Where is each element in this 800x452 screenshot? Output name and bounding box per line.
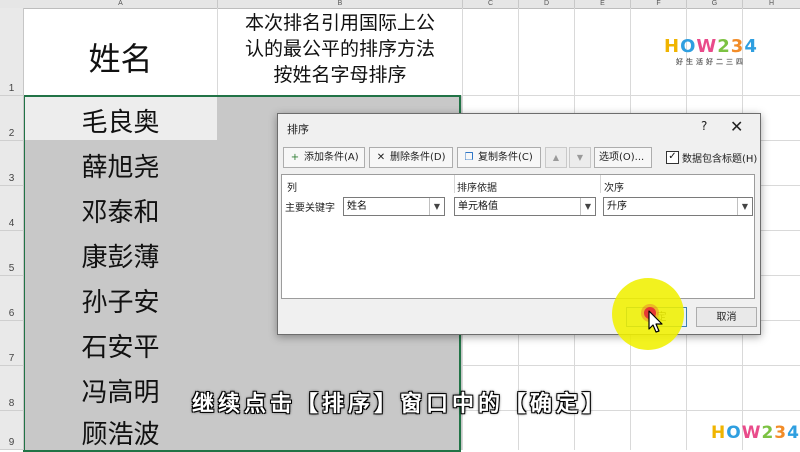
chevron-down-icon[interactable]: ▼ (580, 198, 595, 215)
copy-level-icon: ❐ (464, 152, 474, 163)
name-cell[interactable]: 薛旭尧 (24, 147, 217, 184)
subtitle-caption: 继续点击【排序】窗口中的【确定】 (191, 392, 608, 417)
chevron-down-icon[interactable]: ▼ (429, 198, 444, 215)
column-header-e[interactable]: E (575, 0, 631, 9)
sort-levels-grid: 列 排序依据 次序 主要关键字 姓名 ▼ 单元格值 ▼ 升序 ▼ (281, 174, 755, 299)
close-button[interactable]: ✕ (730, 117, 743, 136)
column-header-b[interactable]: B (218, 0, 463, 9)
note-line-2: 认的最公平的排序方法 (244, 38, 435, 60)
add-level-button[interactable]: + 添加条件(A) (283, 147, 365, 168)
row-header-1[interactable]: 1 (0, 8, 24, 96)
name-cell[interactable]: 顾浩波 (24, 414, 217, 451)
column-header-h[interactable]: H (743, 0, 800, 9)
primary-key-label: 主要关键字 (285, 203, 335, 214)
sort-dialog: 排序 ? ✕ + 添加条件(A) ✕ 删除条件(D) ❐ 复制条件(C) ▲ ▼ 选项… (277, 113, 761, 335)
column-header-a[interactable]: A (24, 0, 218, 9)
chevron-down-icon[interactable]: ▼ (737, 198, 752, 215)
move-up-button[interactable]: ▲ (545, 147, 567, 168)
note-line-3: 按姓名字母排序 (273, 64, 407, 86)
column-header-c[interactable]: C (463, 0, 519, 9)
sort-on-select[interactable]: 单元格值 ▼ (454, 197, 596, 216)
copy-level-button[interactable]: ❐ 复制条件(C) (457, 147, 541, 168)
row-header-4[interactable]: 4 (0, 186, 24, 231)
cancel-button[interactable]: 取消 (696, 307, 757, 327)
name-cell[interactable]: 孙子安 (24, 282, 217, 319)
mouse-pointer-icon (648, 310, 663, 333)
delete-level-icon: ✕ (376, 152, 386, 163)
has-header-checkbox[interactable]: ✓ (666, 151, 679, 164)
order-select[interactable]: 升序 ▼ (603, 197, 753, 216)
row-header-2[interactable]: 2 (0, 96, 24, 141)
logo-tagline: 好生活好二三四 (676, 58, 746, 66)
move-down-button[interactable]: ▼ (569, 147, 591, 168)
name-cell[interactable]: 康彭薄 (24, 237, 217, 274)
options-button[interactable]: 选项(O)... (594, 147, 652, 168)
row-header-6[interactable]: 6 (0, 276, 24, 321)
name-cell[interactable]: 毛良奥 (24, 102, 217, 139)
column-header-f[interactable]: F (631, 0, 687, 9)
name-cell[interactable]: 石安平 (24, 327, 217, 364)
help-button[interactable]: ? (701, 119, 707, 133)
how234-logo-bottom: HOW234 (711, 423, 800, 443)
sort-column-select[interactable]: 姓名 ▼ (343, 197, 445, 216)
name-cell[interactable]: 邓泰和 (24, 192, 217, 229)
note-line-1: 本次排名引用国际上公 (244, 12, 435, 34)
how234-logo-top: HOW234 好生活好二三四 (664, 36, 758, 66)
add-level-icon: + (290, 152, 300, 163)
row-header-3[interactable]: 3 (0, 141, 24, 186)
column-header-d[interactable]: D (519, 0, 575, 9)
cell-b1-note[interactable]: 本次排名引用国际上公 认的最公平的排序方法 按姓名字母排序 (218, 10, 462, 88)
dialog-title: 排序 (287, 123, 309, 136)
has-header-label[interactable]: 数据包含标题(H) (682, 150, 757, 165)
order-heading: 次序 (604, 183, 624, 194)
sort-on-heading: 排序依据 (457, 183, 497, 194)
column-header-g[interactable]: G (687, 0, 743, 9)
delete-level-button[interactable]: ✕ 删除条件(D) (369, 147, 453, 168)
row-header-7[interactable]: 7 (0, 321, 24, 366)
row-header-5[interactable]: 5 (0, 231, 24, 276)
cell-a1-header[interactable]: 姓名 (24, 34, 217, 80)
column-heading: 列 (287, 183, 297, 194)
